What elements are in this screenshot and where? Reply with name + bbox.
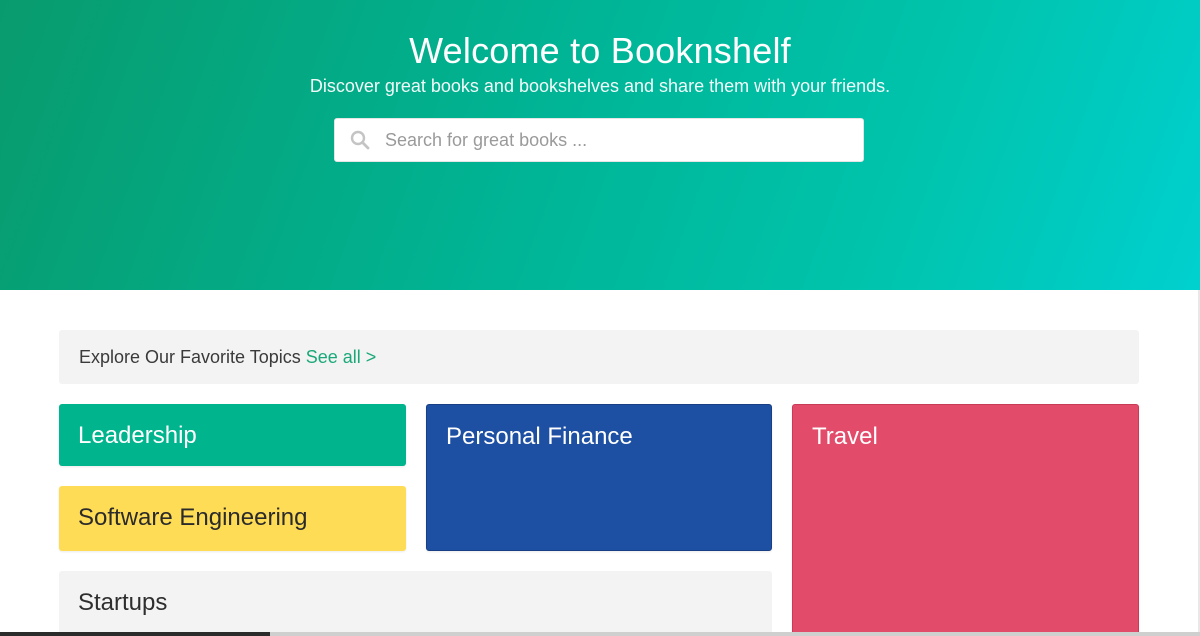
hero-banner: Welcome to Booknshelf Discover great boo… xyxy=(0,0,1200,290)
topics-header: Explore Our Favorite Topics See all > xyxy=(59,330,1139,384)
topic-tile-label: Startups xyxy=(78,589,168,616)
topic-tile-startups[interactable]: Startups xyxy=(59,571,772,636)
page: Welcome to Booknshelf Discover great boo… xyxy=(0,0,1200,636)
topics-heading: Explore Our Favorite Topics xyxy=(79,346,301,367)
hero-subtitle: Discover great books and bookshelves and… xyxy=(309,76,891,96)
search-bar[interactable] xyxy=(334,118,864,162)
see-all-link[interactable]: See all > xyxy=(306,347,377,368)
search-input[interactable] xyxy=(385,120,863,160)
search-icon xyxy=(349,129,371,151)
topic-tile-travel[interactable]: Travel xyxy=(792,404,1139,636)
topic-tile-label: Travel xyxy=(812,423,878,450)
topic-tile-leadership[interactable]: Leadership xyxy=(59,404,406,466)
topic-tile-label: Personal Finance xyxy=(446,423,633,450)
topic-tile-label: Leadership xyxy=(78,422,197,449)
topic-tile-software-engineering[interactable]: Software Engineering xyxy=(59,486,406,551)
topic-tile-personal-finance[interactable]: Personal Finance xyxy=(426,404,772,551)
window-bottom-edge xyxy=(0,632,1200,636)
hero-title: Welcome to Booknshelf xyxy=(409,30,791,71)
topic-tile-label: Software Engineering xyxy=(78,504,308,531)
